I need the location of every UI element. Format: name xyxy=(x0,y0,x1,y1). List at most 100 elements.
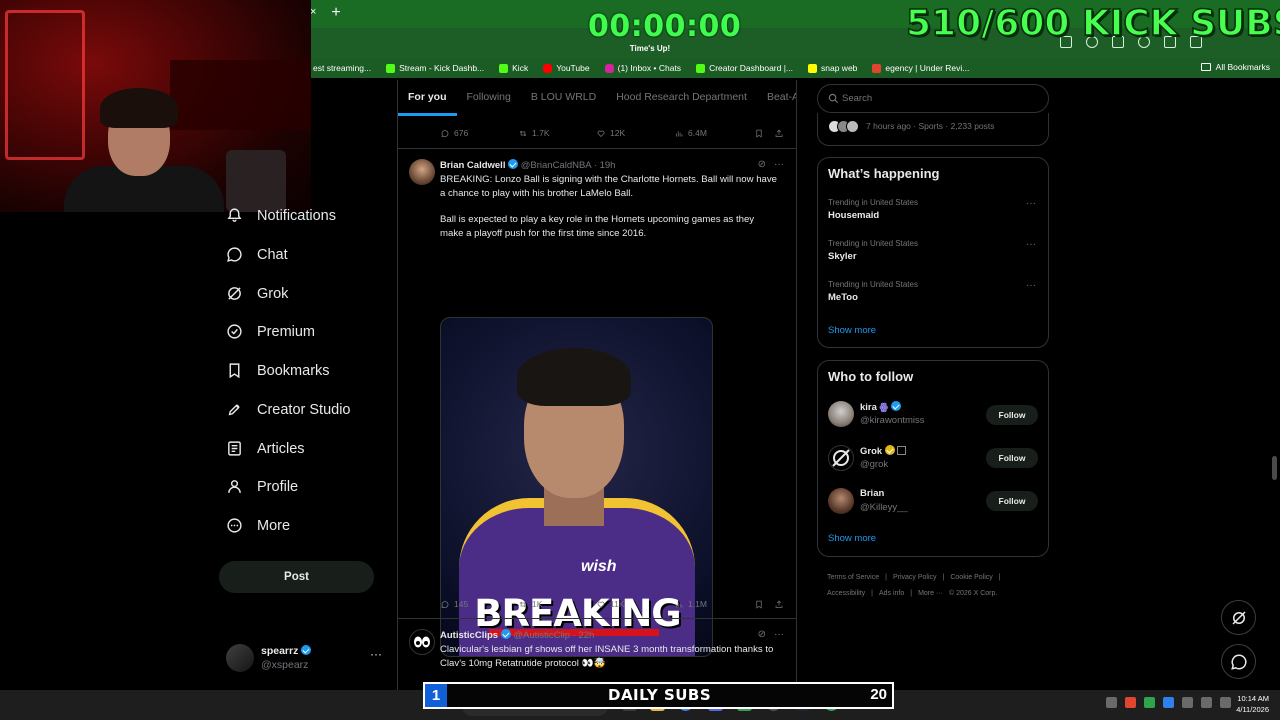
account-more-icon[interactable]: ··· xyxy=(370,647,382,661)
trending-sports-card[interactable]: 7 hours ago · Sports · 2,233 posts xyxy=(817,113,1049,146)
sidebar-item-grok[interactable]: Grok xyxy=(226,285,288,302)
share-button[interactable] xyxy=(774,128,784,138)
repost-button[interactable]: 1.7K xyxy=(518,128,596,138)
footer-separator: | xyxy=(910,590,913,597)
bookmark-icon xyxy=(229,363,240,379)
taskbar-clock[interactable]: 10:14 AM 4/11/2026 xyxy=(1225,693,1269,715)
clock-date: 4/11/2026 xyxy=(1236,705,1269,714)
tweet-author-name[interactable]: Brian Caldwell xyxy=(440,160,505,171)
tab-for-you[interactable]: For you xyxy=(398,80,457,116)
sidebar-item-chat[interactable]: Chat xyxy=(226,246,288,263)
footer-row: Terms of Service | Privacy Policy | Cookie P… xyxy=(827,570,1047,586)
tweet-time[interactable]: · 19h xyxy=(594,160,616,171)
suggestion-name: Grok xyxy=(860,445,907,457)
reply-button[interactable]: 676 xyxy=(440,128,518,138)
show-more-link[interactable]: Show more xyxy=(828,325,876,336)
avatar xyxy=(226,644,254,672)
footer-link-accessibility[interactable]: Accessibility xyxy=(827,590,865,597)
bookmark-button[interactable] xyxy=(754,599,774,609)
grok-explain-icon[interactable]: ⊘ xyxy=(758,159,766,170)
sidebar-item-profile[interactable]: Profile xyxy=(226,478,298,495)
bookmark-item[interactable]: egency | Under Revi... xyxy=(872,63,969,73)
eyes-icon xyxy=(414,636,430,648)
like-button[interactable]: 11K xyxy=(596,599,674,609)
bookmark-button[interactable] xyxy=(754,128,774,138)
trend-more-icon[interactable]: ··· xyxy=(1026,280,1036,291)
tweet-author-handle[interactable]: @AutisticClip xyxy=(513,630,570,641)
follow-button[interactable]: Follow xyxy=(986,405,1038,425)
share-icon xyxy=(775,600,783,608)
new-tab-button[interactable]: + xyxy=(328,4,344,22)
bell-icon xyxy=(227,208,242,222)
search-input[interactable]: Search xyxy=(817,84,1049,113)
footer-link-cookie[interactable]: Cookie Policy xyxy=(950,574,992,581)
views-button[interactable]: 1.1M xyxy=(674,599,754,609)
tweet-author-name[interactable]: AutisticClips xyxy=(440,630,498,641)
tweet[interactable]: AutisticClips @AutisticClip · 22h ⊘ ··· … xyxy=(398,618,796,690)
show-more-link[interactable]: Show more xyxy=(828,533,876,544)
follow-button[interactable]: Follow xyxy=(986,491,1038,511)
footer-link-terms[interactable]: Terms of Service xyxy=(827,574,879,581)
footer-row: Accessibility | Ads info | More ··· © 2026 X … xyxy=(827,586,1047,602)
chevron-up-icon[interactable] xyxy=(1106,697,1117,708)
system-tray xyxy=(1106,697,1231,708)
tweet-more-icon[interactable]: ··· xyxy=(774,159,784,170)
grok-explain-icon[interactable]: ⊘ xyxy=(758,629,766,640)
tab-beat-a[interactable]: Beat-A xyxy=(757,80,796,116)
repost-icon xyxy=(519,601,527,607)
repost-button[interactable]: 1K xyxy=(518,599,596,609)
messages-float-button[interactable] xyxy=(1221,644,1256,679)
grok-float-button[interactable] xyxy=(1221,600,1256,635)
post-button[interactable]: Post xyxy=(219,561,374,593)
footer-link-more[interactable]: More ··· xyxy=(918,590,943,597)
tray-app-icon[interactable] xyxy=(1125,697,1136,708)
account-switcher[interactable]: spearrz @xspearz ··· xyxy=(226,644,386,674)
footer-link-ads-info[interactable]: Ads info xyxy=(879,590,904,597)
bookmark-item[interactable]: Kick xyxy=(499,63,528,73)
tray-app-icon[interactable] xyxy=(1144,697,1155,708)
sidebar-item-bookmarks[interactable]: Bookmarks xyxy=(226,362,330,379)
follow-button[interactable]: Follow xyxy=(986,448,1038,468)
sidebar-item-more[interactable]: More xyxy=(226,517,290,534)
page-scrollbar[interactable] xyxy=(1272,456,1277,480)
trend-more-icon[interactable]: ··· xyxy=(1026,239,1036,250)
premium-icon xyxy=(227,324,242,339)
tab-following[interactable]: Following xyxy=(457,80,521,116)
views-button[interactable]: 6.4M xyxy=(674,128,754,138)
bookmark-item[interactable]: Stream - Kick Dashb... xyxy=(386,63,484,73)
all-bookmarks[interactable]: All Bookmarks xyxy=(1200,62,1270,72)
tweet-more-icon[interactable]: ··· xyxy=(774,629,784,640)
share-button[interactable] xyxy=(774,599,784,609)
reply-button[interactable]: 145 xyxy=(440,599,518,609)
sidebar-item-premium[interactable]: Premium xyxy=(226,323,315,340)
avatar[interactable] xyxy=(409,159,435,185)
tab-hood-research-department[interactable]: Hood Research Department xyxy=(606,80,757,116)
timeline: For you Following B LOU WRLD Hood Resear… xyxy=(397,80,797,690)
clock-time: 10:14 AM xyxy=(1237,694,1269,703)
timeline-tabs: For you Following B LOU WRLD Hood Resear… xyxy=(398,80,796,116)
avatar[interactable] xyxy=(828,488,854,514)
avatar[interactable] xyxy=(828,401,854,427)
avatar xyxy=(846,120,859,133)
like-button[interactable]: 12K xyxy=(596,128,674,138)
tweet-author-handle[interactable]: @BrianCaldNBA xyxy=(521,160,591,171)
tray-app-icon[interactable] xyxy=(1163,697,1174,708)
footer-link-privacy[interactable]: Privacy Policy xyxy=(893,574,937,581)
bookmark-item[interactable]: Creator Dashboard |... xyxy=(696,63,793,73)
bookmark-item[interactable]: (1) Inbox • Chats xyxy=(604,63,681,73)
tweet[interactable]: Brian Caldwell @BrianCaldNBA · 19h ⊘ ···… xyxy=(398,148,796,657)
trend-more-icon[interactable]: ··· xyxy=(1026,198,1036,209)
sidebar-item-articles[interactable]: Articles xyxy=(226,440,305,457)
sidebar-item-label: Grok xyxy=(257,285,289,302)
tweet-time[interactable]: · 22h xyxy=(573,630,595,641)
bookmark-item[interactable]: YouTube xyxy=(543,63,590,73)
tab-b-lou-wrld[interactable]: B LOU WRLD xyxy=(521,80,606,116)
microphone-icon[interactable] xyxy=(1182,697,1193,708)
sidebar-item-creator-studio[interactable]: Creator Studio xyxy=(226,401,351,418)
bookmark-item[interactable]: snap web xyxy=(808,63,857,73)
like-count: 12K xyxy=(610,128,626,138)
avatar[interactable] xyxy=(828,445,854,471)
sidebar-item-notifications[interactable]: Notifications xyxy=(226,207,336,224)
avatar[interactable] xyxy=(409,629,435,655)
network-icon[interactable] xyxy=(1201,697,1212,708)
